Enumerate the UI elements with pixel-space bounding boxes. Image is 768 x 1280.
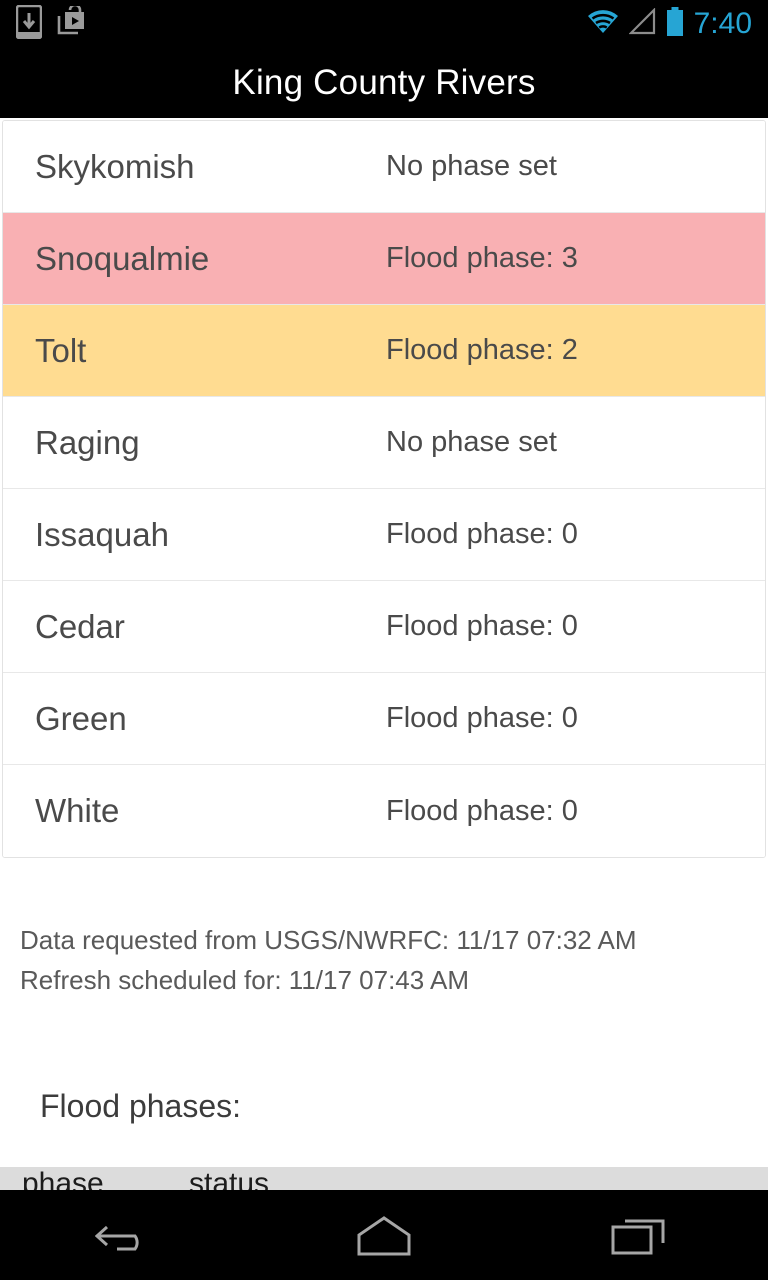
river-row[interactable]: Issaquah Flood phase: 0 [3,489,765,581]
rivers-card-wrap: Skykomish No phase set Snoqualmie Flood pha… [0,118,768,858]
river-name: Skykomish [35,147,195,185]
status-bar: 7:40 [0,0,768,48]
river-row[interactable]: Tolt Flood phase: 2 [3,305,765,397]
river-row[interactable]: Green Flood phase: 0 [3,673,765,765]
river-row[interactable]: Cedar Flood phase: 0 [3,581,765,673]
home-button[interactable] [314,1190,454,1280]
column-header-phase: phase [22,1167,104,1192]
page-title: King County Rivers [232,63,536,102]
river-name: White [35,792,120,829]
river-row[interactable]: White Flood phase: 0 [3,765,765,857]
flood-phases-table: phase status [0,1167,768,1192]
android-navigation-bar [0,1190,768,1280]
river-name: Green [35,699,127,737]
column-header-status: status [189,1167,270,1192]
action-bar: King County Rivers [0,48,768,118]
river-phase-status: Flood phase: 0 [386,794,578,827]
wifi-icon [586,8,620,40]
river-name: Raging [35,423,140,461]
river-row[interactable]: Skykomish No phase set [3,121,765,213]
river-phase-status: Flood phase: 2 [386,334,578,366]
data-requested-text: Data requested from USGS/NWRFC: 11/17 07… [20,925,637,955]
river-name: Tolt [35,331,87,369]
status-bar-notification-icons [15,3,88,44]
play-store-bag-icon [56,3,88,43]
status-bar-clock: 7:40 [693,7,752,40]
river-phase-status: Flood phase: 0 [386,610,578,642]
download-to-device-icon [15,4,43,44]
river-name: Issaquah [35,515,169,553]
rivers-list: Skykomish No phase set Snoqualmie Flood pha… [2,120,766,858]
back-button[interactable] [58,1190,198,1280]
river-phase-status: No phase set [386,426,557,458]
battery-icon [665,6,685,42]
flood-phases-heading: Flood phases: [40,1088,242,1124]
cell-signal-empty-icon [627,7,656,40]
data-status-block: Data requested from USGS/NWRFC: 11/17 07… [0,858,768,1000]
river-row[interactable]: Raging No phase set [3,397,765,489]
refresh-scheduled-text: Refresh scheduled for: 11/17 07:43 AM [20,965,470,995]
river-phase-status: No phase set [386,150,557,182]
river-phase-status: Flood phase: 3 [386,242,578,274]
flood-phases-table-header: phase status [0,1167,768,1192]
status-bar-system-icons: 7:40 [586,6,752,42]
app-screen: 7:40 King County Rivers Skykomish No phas… [0,0,768,1280]
river-row[interactable]: Snoqualmie Flood phase: 3 [3,213,765,305]
river-phase-status: Flood phase: 0 [386,702,578,734]
recent-apps-button[interactable] [570,1190,710,1280]
river-name: Snoqualmie [35,239,210,277]
river-name: Cedar [35,607,125,645]
river-phase-status: Flood phase: 0 [386,518,578,550]
